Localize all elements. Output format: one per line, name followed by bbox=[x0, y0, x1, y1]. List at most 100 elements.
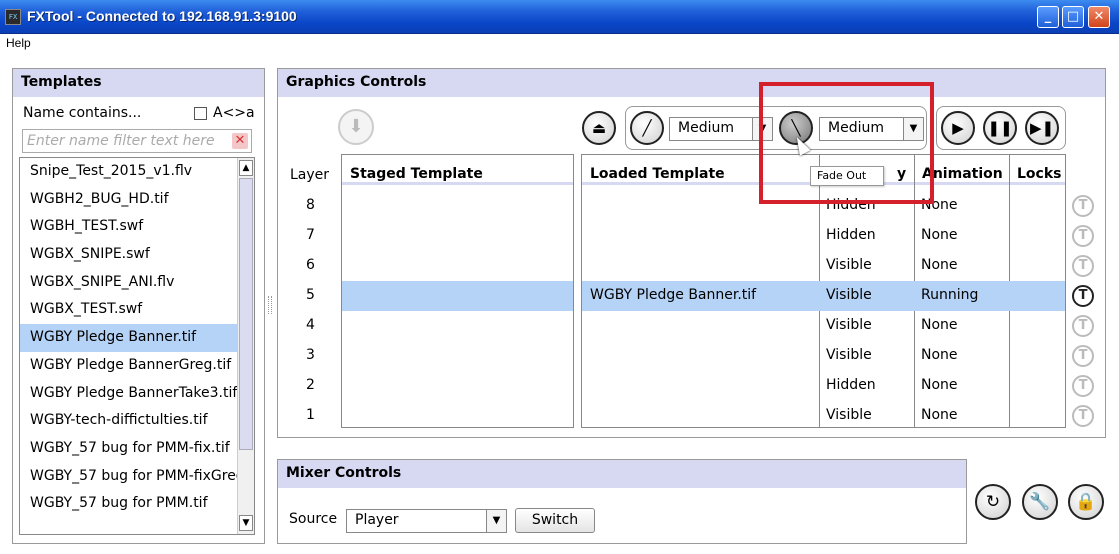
template-list-item[interactable]: Snipe_Test_2015_v1.flv bbox=[20, 158, 238, 186]
eject-icon: ⏏ bbox=[591, 119, 607, 137]
template-list-item[interactable]: WGBX_SNIPE.swf bbox=[20, 241, 238, 269]
wrench-icon: 🔧 bbox=[1029, 492, 1051, 512]
layer-number: 7 bbox=[306, 227, 315, 243]
fade-in-wand-icon: ╱ bbox=[642, 119, 652, 137]
staged-template-header: Staged Template bbox=[342, 155, 573, 185]
animation-cell: None bbox=[921, 317, 958, 333]
play-button[interactable]: ▶ bbox=[941, 111, 975, 145]
download-icon: ⬇ bbox=[348, 116, 364, 137]
animation-cell: None bbox=[921, 347, 958, 363]
pause-button[interactable]: ❚❚ bbox=[983, 111, 1017, 145]
name-contains-label: Name contains... bbox=[23, 105, 142, 121]
layer-lock-icon[interactable]: T bbox=[1072, 405, 1094, 427]
layer-number: 1 bbox=[306, 407, 315, 423]
template-list-item[interactable]: WGBY_57 bug for PMM-fix.tif bbox=[20, 435, 238, 463]
template-list-item[interactable]: WGBY_57 bug for PMM.tif bbox=[20, 490, 238, 518]
layer-lock-icon[interactable]: T bbox=[1072, 315, 1094, 337]
template-list-item[interactable]: WGBX_TEST.swf bbox=[20, 296, 238, 324]
panel-splitter[interactable] bbox=[268, 296, 272, 314]
lock-button[interactable]: 🔒 bbox=[1068, 484, 1104, 520]
layer-number: 2 bbox=[306, 377, 315, 393]
visibility-cell: Visible bbox=[826, 257, 872, 273]
fade-out-speed-value: Medium bbox=[828, 120, 884, 136]
layer-number: 3 bbox=[306, 347, 315, 363]
playback-controls-group: ▶ ❚❚ ▶❚ bbox=[936, 106, 1066, 150]
animation-cell: None bbox=[921, 227, 958, 243]
template-list-item[interactable]: WGBY Pledge BannerGreg.tif bbox=[20, 352, 238, 380]
switch-button[interactable]: Switch bbox=[515, 508, 595, 533]
window-title: FXTool - Connected to 192.168.91.3:9100 bbox=[27, 8, 297, 24]
visibility-cell: Visible bbox=[826, 347, 872, 363]
loaded-template-header: Loaded Template bbox=[582, 155, 819, 185]
animation-cell: None bbox=[921, 197, 958, 213]
menu-bar: Help bbox=[0, 34, 1119, 54]
maximize-icon: □ bbox=[1066, 9, 1080, 24]
minimize-button[interactable]: _ bbox=[1037, 6, 1059, 28]
layer-lock-icon[interactable]: T bbox=[1072, 195, 1094, 217]
take-template-button[interactable]: ⬇ bbox=[338, 109, 374, 145]
visibility-cell: Hidden bbox=[826, 197, 876, 213]
maximize-button[interactable]: □ bbox=[1062, 6, 1084, 28]
scroll-up-icon[interactable]: ▲ bbox=[239, 160, 253, 176]
source-select[interactable]: Player ▼ bbox=[346, 509, 507, 533]
layer-number: 8 bbox=[306, 197, 315, 213]
templates-header: Templates bbox=[13, 69, 264, 97]
minimize-icon: _ bbox=[1044, 9, 1052, 24]
layer-column-header: Layer bbox=[290, 167, 330, 183]
animation-cell: None bbox=[921, 257, 958, 273]
fade-in-speed-value: Medium bbox=[678, 120, 734, 136]
source-label: Source bbox=[289, 511, 338, 527]
menu-help[interactable]: Help bbox=[6, 36, 31, 50]
visibility-cell: Hidden bbox=[826, 227, 876, 243]
template-list-item[interactable]: WGBY Pledge BannerTake3.tif bbox=[20, 380, 238, 408]
visibility-cell: Visible bbox=[826, 317, 872, 333]
template-list-item[interactable]: WGBX_SNIPE_ANI.flv bbox=[20, 269, 238, 297]
name-filter-input[interactable] bbox=[23, 130, 223, 152]
fade-in-button[interactable]: ╱ bbox=[630, 111, 664, 145]
next-button[interactable]: ▶❚ bbox=[1025, 111, 1059, 145]
layer-lock-icon[interactable]: T bbox=[1072, 255, 1094, 277]
loaded-template-cell: WGBY Pledge Banner.tif bbox=[590, 287, 757, 303]
chevron-down-icon: ▼ bbox=[903, 118, 923, 140]
template-list-item[interactable]: WGBH_TEST.swf bbox=[20, 213, 238, 241]
visibility-cell: Visible bbox=[826, 287, 872, 303]
settings-button[interactable]: 🔧 bbox=[1022, 484, 1058, 520]
fade-controls-group: ╱ Medium ▼ ╲ Medium ▼ bbox=[625, 106, 927, 150]
template-list-item[interactable]: WGBY_57 bug for PMM-fixGreg.tif bbox=[20, 463, 238, 491]
layer-lock-icon[interactable]: T bbox=[1072, 345, 1094, 367]
refresh-button[interactable]: ↻ bbox=[975, 484, 1011, 520]
template-list-item[interactable]: WGBH2_BUG_HD.tif bbox=[20, 186, 238, 214]
animation-cell: None bbox=[921, 407, 958, 423]
play-icon: ▶ bbox=[952, 119, 964, 137]
selected-row-highlight bbox=[342, 281, 573, 311]
fade-out-speed-select[interactable]: Medium ▼ bbox=[819, 117, 924, 141]
source-value: Player bbox=[355, 512, 399, 528]
layer-number: 6 bbox=[306, 257, 315, 273]
case-sensitive-checkbox[interactable] bbox=[194, 107, 207, 120]
layer-lock-icon[interactable]: T bbox=[1072, 225, 1094, 247]
app-icon: FX bbox=[5, 9, 21, 25]
skip-next-icon: ▶❚ bbox=[1029, 119, 1055, 137]
templates-scrollbar[interactable]: ▲ ▼ bbox=[237, 158, 254, 534]
clear-filter-icon[interactable]: ✕ bbox=[232, 133, 248, 149]
fade-in-speed-select[interactable]: Medium ▼ bbox=[669, 117, 773, 141]
template-list-item[interactable]: WGBY-tech-diffictulties.tif bbox=[20, 407, 238, 435]
scroll-thumb[interactable] bbox=[239, 178, 253, 450]
scroll-down-icon[interactable]: ▼ bbox=[239, 515, 253, 531]
layer-lock-icon[interactable]: T bbox=[1072, 375, 1094, 397]
mixer-controls-panel: Mixer Controls Source Player ▼ Switch bbox=[277, 459, 967, 544]
eject-button[interactable]: ⏏ bbox=[582, 111, 616, 145]
close-icon: ✕ bbox=[1093, 9, 1105, 24]
graphics-controls-panel: Graphics Controls ⬇ ⏏ ╱ Medium ▼ ╲ Mediu… bbox=[277, 68, 1106, 438]
lock-icon: 🔒 bbox=[1075, 492, 1097, 512]
chevron-down-icon: ▼ bbox=[752, 118, 772, 140]
pause-icon: ❚❚ bbox=[987, 119, 1013, 137]
fade-out-tooltip: Fade Out bbox=[810, 166, 884, 186]
template-list-item[interactable]: WGBY Pledge Banner.tif bbox=[20, 324, 238, 352]
templates-list-items: Snipe_Test_2015_v1.flv WGBH2_BUG_HD.tif WG… bbox=[20, 158, 238, 518]
locks-header: Locks bbox=[1009, 155, 1065, 185]
templates-panel: Templates Name contains... A<>a ✕ Snipe_… bbox=[12, 68, 265, 544]
layer-number: 4 bbox=[306, 317, 315, 333]
close-button[interactable]: ✕ bbox=[1088, 6, 1110, 28]
layer-lock-icon[interactable]: T bbox=[1072, 285, 1094, 307]
